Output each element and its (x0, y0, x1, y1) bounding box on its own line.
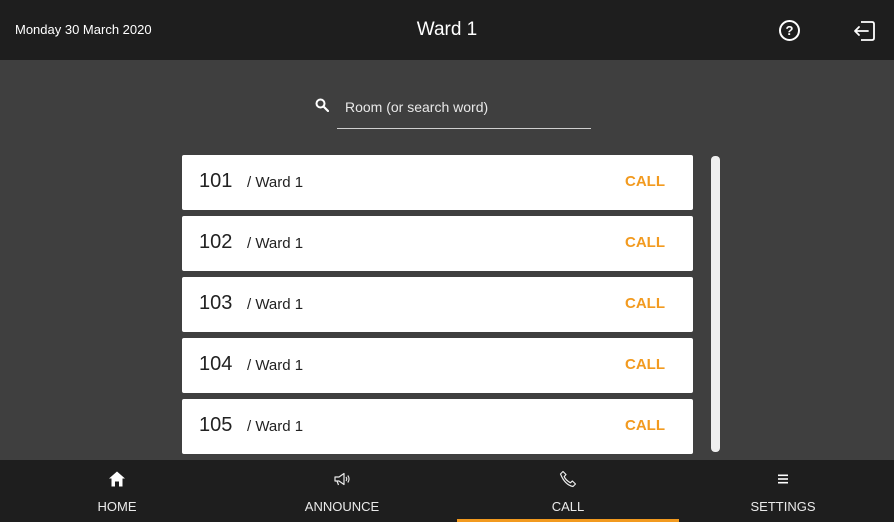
room-number: 102 (199, 231, 233, 253)
nav-label: HOME (97, 499, 137, 514)
search-field[interactable] (315, 94, 591, 129)
call-button[interactable]: CALL (625, 295, 665, 312)
home-icon (109, 471, 125, 487)
room-row-102[interactable]: 102 / Ward 1 CALL (182, 216, 693, 271)
search-input[interactable] (345, 96, 585, 118)
megaphone-icon (334, 472, 350, 486)
scrollbar[interactable] (711, 156, 720, 452)
menu-icon (778, 474, 788, 484)
room-ward: / Ward 1 (247, 418, 304, 435)
page-title: Ward 1 (416, 19, 478, 40)
nav-label: SETTINGS (750, 499, 816, 514)
nav-label: CALL (551, 499, 585, 514)
room-ward: / Ward 1 (247, 174, 304, 191)
call-button[interactable]: CALL (625, 356, 665, 373)
room-number: 103 (199, 292, 233, 314)
room-number: 104 (199, 353, 233, 375)
room-list: 101 / Ward 1 CALL 102 / Ward 1 CALL 103 … (182, 155, 693, 460)
room-row-104[interactable]: 104 / Ward 1 CALL (182, 338, 693, 393)
room-ward: / Ward 1 (247, 357, 304, 374)
nav-label: ANNOUNCE (304, 499, 380, 514)
nav-announce[interactable]: ANNOUNCE (231, 460, 453, 522)
top-bar: Monday 30 March 2020 Ward 1 ? (0, 0, 894, 60)
search-icon (315, 98, 329, 112)
phone-icon (559, 470, 577, 488)
room-row-101[interactable]: 101 / Ward 1 CALL (182, 155, 693, 210)
room-ward: / Ward 1 (247, 296, 304, 313)
nav-home[interactable]: HOME (6, 460, 228, 522)
room-row-103[interactable]: 103 / Ward 1 CALL (182, 277, 693, 332)
room-number: 101 (199, 170, 233, 192)
nav-call[interactable]: CALL (457, 460, 679, 522)
call-button[interactable]: CALL (625, 234, 665, 251)
room-number: 105 (199, 414, 233, 436)
nav-settings[interactable]: SETTINGS (672, 460, 894, 522)
bottom-nav: HOME ANNOUNCE CALL SETTINGS (0, 460, 894, 522)
room-ward: / Ward 1 (247, 235, 304, 252)
help-icon[interactable]: ? (779, 20, 800, 41)
logout-icon[interactable] (852, 20, 876, 42)
call-button[interactable]: CALL (625, 417, 665, 434)
call-button[interactable]: CALL (625, 173, 665, 190)
room-row-105[interactable]: 105 / Ward 1 CALL (182, 399, 693, 454)
